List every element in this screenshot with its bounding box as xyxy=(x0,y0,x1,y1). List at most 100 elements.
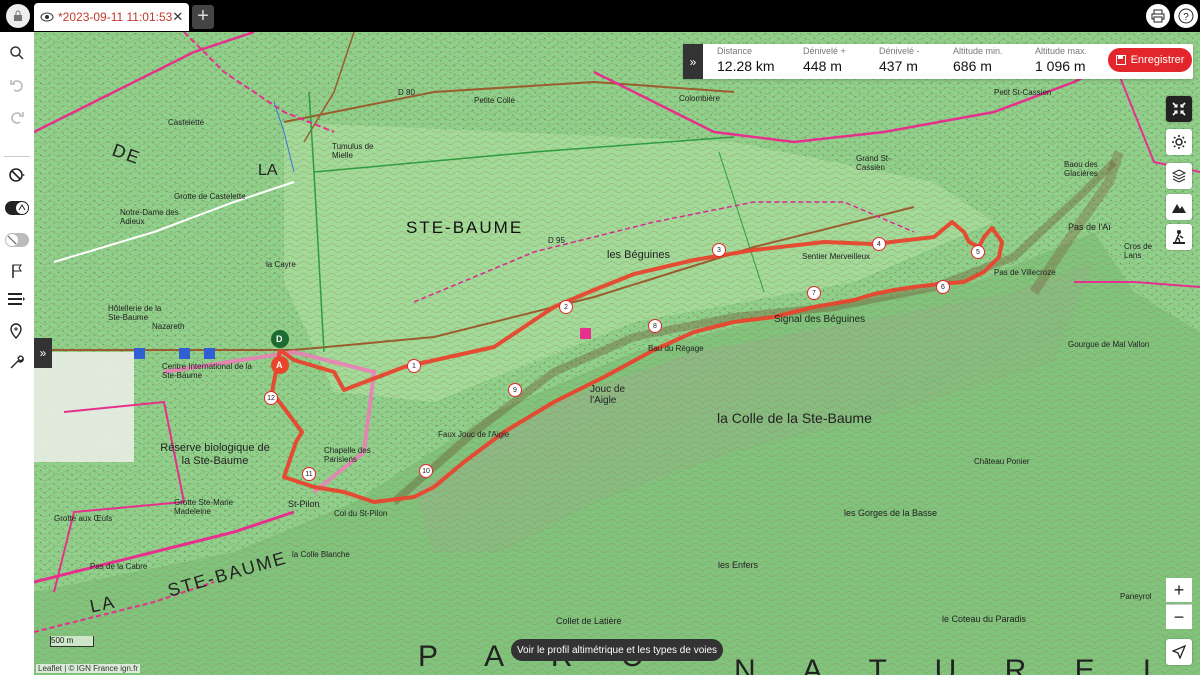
stat-altitude-min: Altitude min. 686 m xyxy=(953,46,1003,74)
place-label: Castelette xyxy=(168,118,205,127)
place-label: Grotte aux Œufs xyxy=(54,514,113,523)
place-label: Notre-Dame des Adieux xyxy=(120,208,179,226)
no-routing-button[interactable] xyxy=(4,162,30,188)
waypoint-10[interactable]: 10 xyxy=(419,464,433,478)
settings-button[interactable] xyxy=(1166,129,1192,155)
stat-value: 1 096 m xyxy=(1035,58,1086,74)
close-tab-icon[interactable]: ✕ xyxy=(172,9,183,25)
stat-label: Distance xyxy=(717,46,753,56)
locate-button[interactable] xyxy=(1166,639,1192,665)
map-attribution[interactable]: Leaflet | © IGN France ign.fr xyxy=(36,664,141,673)
zoom-in-button[interactable]: + xyxy=(1166,578,1192,602)
stat-label: Altitude max. xyxy=(1035,46,1088,56)
place-label: Réserve biologique de la Ste-Baume xyxy=(160,442,270,467)
waypoint-7[interactable]: 7 xyxy=(807,286,821,300)
undo-button[interactable] xyxy=(4,72,30,98)
search-place-button[interactable] xyxy=(4,40,30,66)
waypoint-8[interactable]: 8 xyxy=(648,319,662,333)
place-label: Pas de Villecroze xyxy=(994,268,1056,277)
eye-icon[interactable] xyxy=(40,7,54,27)
stat-altitude-max: Altitude max. 1 096 m xyxy=(1035,46,1087,74)
elevation-profile-button[interactable]: Voir le profil altimétrique et les types… xyxy=(511,639,723,661)
waypoint-4[interactable]: 4 xyxy=(872,237,886,251)
redo-button[interactable] xyxy=(4,104,30,130)
region-label: LA xyxy=(258,162,278,179)
park-label: N A T U R E L xyxy=(734,654,1180,675)
lock-button[interactable] xyxy=(6,4,30,28)
waypoint-2[interactable]: 2 xyxy=(559,300,573,314)
print-button[interactable] xyxy=(1146,4,1170,28)
start-marker-label: D xyxy=(276,334,283,344)
place-label: Collet de Latière xyxy=(556,616,622,626)
waypoint-5[interactable]: 5 xyxy=(971,245,985,259)
save-label: Enregistrer xyxy=(1130,54,1185,66)
map-pin-plus-icon xyxy=(10,323,22,339)
printer-icon xyxy=(1151,9,1165,23)
place-label: Grand St-Cassien xyxy=(856,154,891,172)
stat-elevation-gain: Dénivelé + 448 m xyxy=(803,46,846,74)
scale-bar: 500 m xyxy=(50,636,94,647)
stat-value: 448 m xyxy=(803,58,842,74)
waypoint-12[interactable]: 12 xyxy=(264,391,278,405)
place-label: Paneyrol xyxy=(1120,592,1152,601)
place-label: Chapelle des Parisiens xyxy=(324,446,371,464)
layers-button[interactable] xyxy=(1166,163,1192,189)
waypoint-flag-button[interactable] xyxy=(4,258,30,284)
poi-button[interactable] xyxy=(1166,224,1192,250)
menu-icon xyxy=(8,293,25,305)
place-label: Grotte de Castelette xyxy=(174,192,246,201)
fullscreen-button[interactable] xyxy=(1166,96,1192,122)
mountain-icon xyxy=(1172,204,1186,213)
place-label: Grotte Ste-Marie Madeleine xyxy=(174,498,234,516)
hiker-icon xyxy=(1173,230,1185,245)
place-label: STE-BAUME xyxy=(406,218,524,237)
road-label: D 80 xyxy=(398,88,415,97)
waypoint-1[interactable]: 1 xyxy=(407,359,421,373)
zoom-out-button[interactable]: − xyxy=(1166,604,1192,629)
collapse-panel-button[interactable]: » xyxy=(683,44,703,79)
waypoint-6[interactable]: 6 xyxy=(936,280,950,294)
terrain-button[interactable] xyxy=(1166,194,1192,220)
stat-label: Altitude min. xyxy=(953,46,1003,56)
help-button[interactable]: ? xyxy=(1174,4,1198,28)
place-label: St-Pilon xyxy=(288,499,320,509)
place-label: la Colle Blanche xyxy=(292,550,350,559)
place-label: la Cayre xyxy=(266,260,296,269)
floppy-icon xyxy=(1115,55,1126,65)
tab-track[interactable]: *2023-09-11 11:01:53 ✕ xyxy=(34,3,189,31)
toggle-icon xyxy=(5,201,29,215)
lock-icon xyxy=(14,10,22,21)
place-label: Bau du Régage xyxy=(648,344,704,353)
routing-toggle[interactable] xyxy=(4,195,30,221)
place-label: Cros de Lans xyxy=(1124,242,1153,260)
layers-icon xyxy=(1171,169,1187,183)
tab-title: *2023-09-11 11:01:53 xyxy=(58,10,173,24)
expand-sidebar-button[interactable]: » xyxy=(34,338,52,368)
stat-distance: Distance 12.28 km xyxy=(717,46,775,74)
place-label: Tumulus de Mielle xyxy=(332,142,374,160)
divider xyxy=(4,156,30,157)
place-label: Pas de l'Aï xyxy=(1068,222,1111,232)
waypoint-3[interactable]: 3 xyxy=(712,243,726,257)
map-view[interactable]: D A 1 2 3 4 5 6 7 8 9 10 11 12 STE-BAUME… xyxy=(34,32,1200,675)
stat-label: Dénivelé + xyxy=(803,46,846,56)
top-bar: *2023-09-11 11:01:53 ✕ + ? xyxy=(0,0,1200,32)
new-tab-button[interactable]: + xyxy=(192,5,214,29)
place-label: Nazareth xyxy=(152,322,185,331)
place-label: Hôtellerie de la Ste-Baume xyxy=(108,304,162,322)
place-label: Col du St-Pilon xyxy=(334,509,388,518)
waypoint-9[interactable]: 9 xyxy=(508,383,522,397)
visibility-toggle[interactable] xyxy=(4,227,30,253)
undo-icon xyxy=(10,80,23,92)
menu-button[interactable] xyxy=(4,286,30,312)
search-icon xyxy=(10,46,24,60)
save-button[interactable]: Enregistrer xyxy=(1108,48,1192,72)
add-location-button[interactable] xyxy=(4,318,30,344)
waypoint-11[interactable]: 11 xyxy=(302,467,316,481)
redo-icon xyxy=(11,112,24,124)
stat-elevation-loss: Dénivelé - 437 m xyxy=(879,46,920,74)
tools-button[interactable] xyxy=(4,349,30,375)
place-label: Gourgue de Mal Vallon xyxy=(1068,340,1150,349)
stat-value: 437 m xyxy=(879,58,918,74)
place-label: les Gorges de la Basse xyxy=(844,508,938,518)
